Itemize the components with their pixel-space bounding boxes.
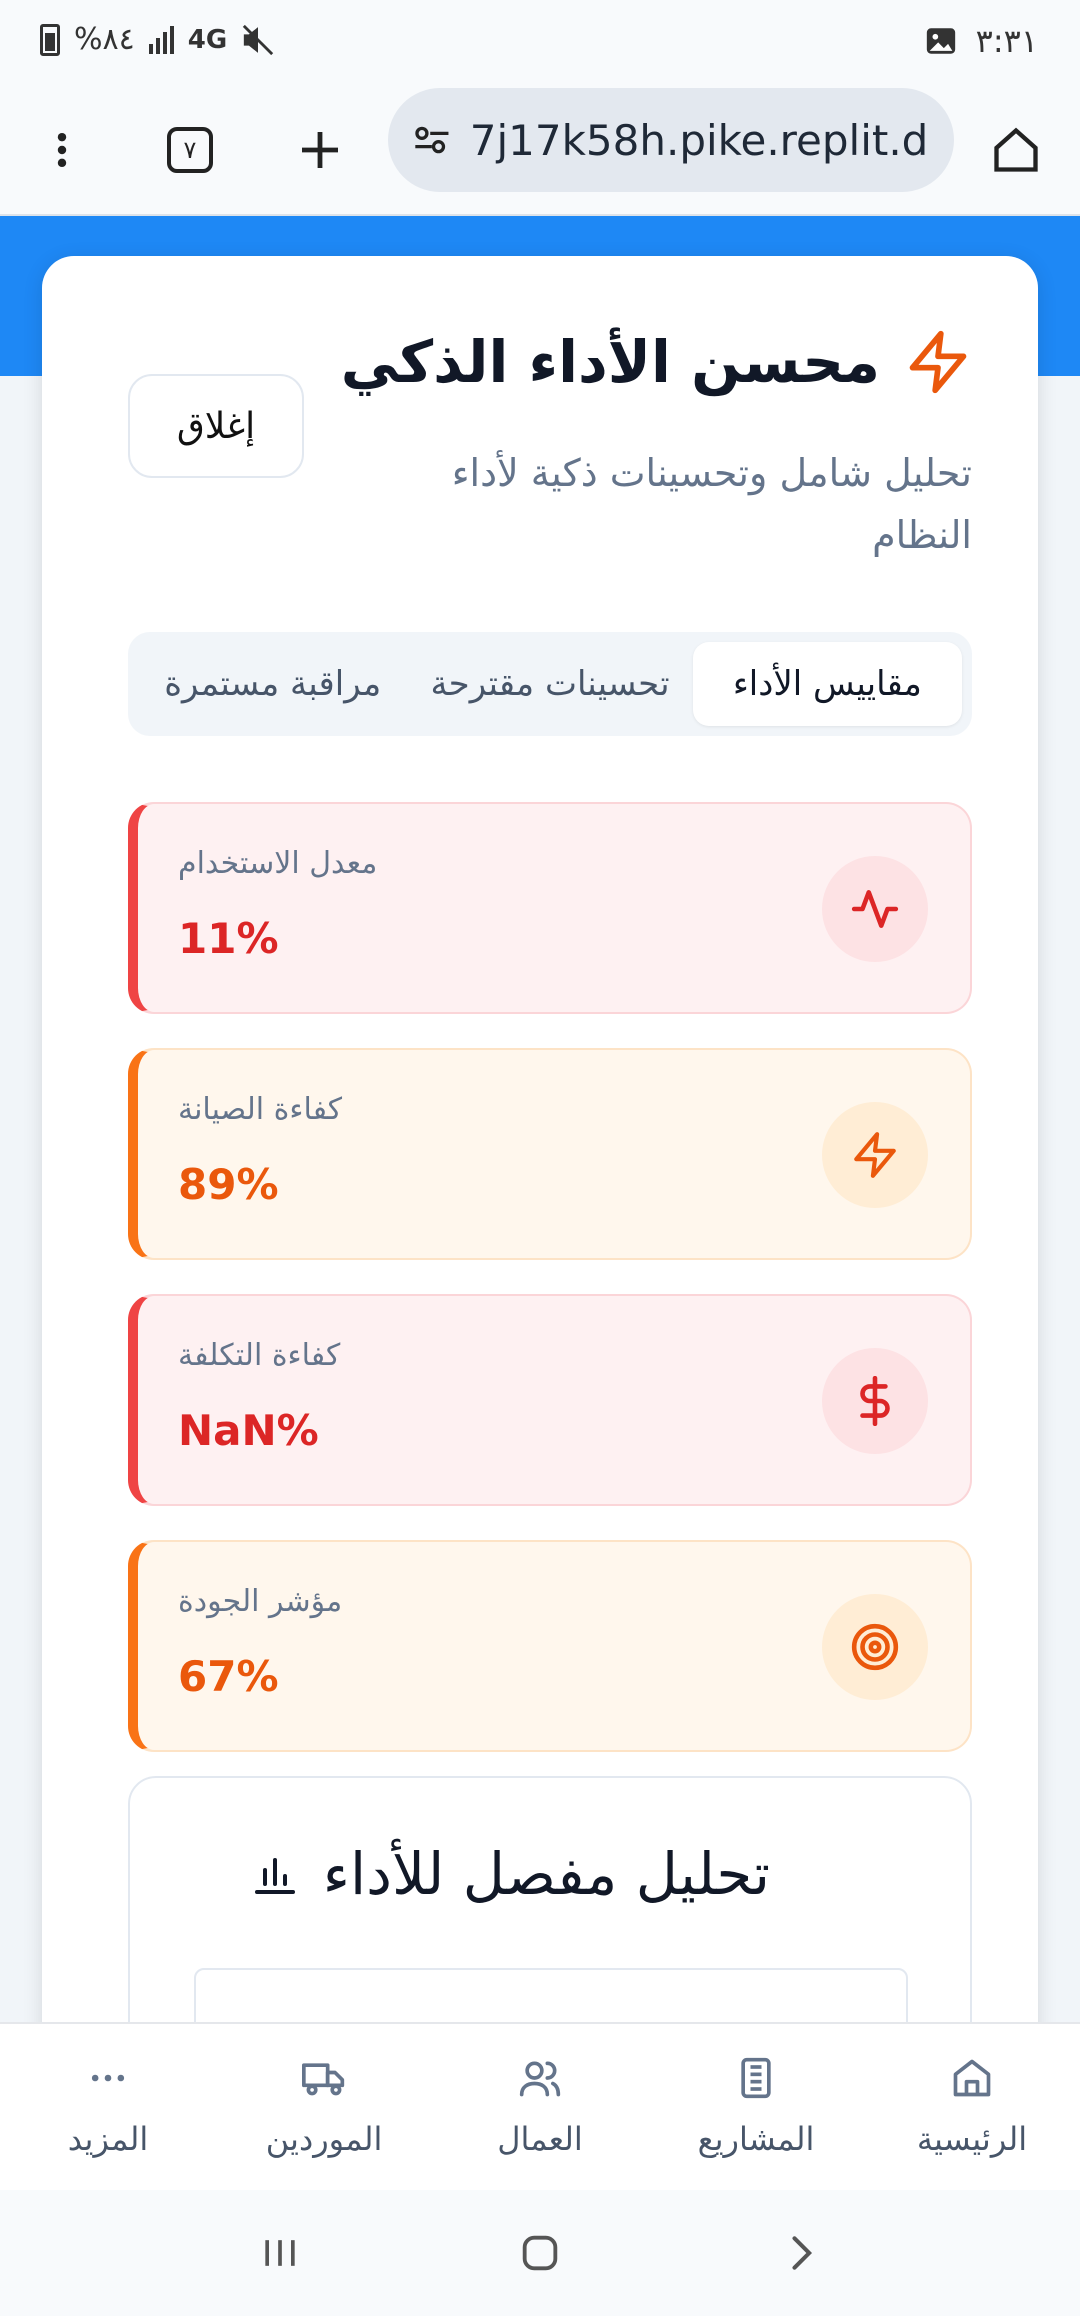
battery-level: %٨٤: [74, 22, 135, 57]
target-icon: [822, 1594, 928, 1700]
users-icon: [519, 2061, 561, 2097]
status-bar: %٨٤ 4G ٣:٣١: [0, 0, 1080, 84]
analysis-title: تحليل مفصل للأداء: [322, 1840, 770, 1908]
truck-icon: [302, 2063, 345, 2096]
metric-card-maintenance: كفاءة الصيانة 89%: [128, 1048, 972, 1260]
dollar-icon: [822, 1348, 928, 1454]
metric-value: NaN%: [178, 1406, 319, 1455]
site-settings-icon[interactable]: [412, 118, 452, 162]
dialog-subtitle: تحليل شامل وتحسينات ذكية لأداء النظام: [451, 451, 972, 557]
dialog-title: محسن الأداء الذكي: [340, 328, 880, 396]
metric-label: مؤشر الجودة: [178, 1584, 343, 1619]
home-button-icon[interactable]: [517, 2230, 563, 2276]
recents-icon[interactable]: [258, 2231, 302, 2275]
metric-label: كفاءة الصيانة: [178, 1092, 343, 1127]
url-text: 7j17k58h.pike.replit.dev: [469, 115, 930, 165]
browser-toolbar: ٧ 7j17k58h.pike.replit.dev: [0, 84, 1080, 216]
analysis-header: تحليل مفصل للأداء: [251, 1840, 770, 1908]
system-nav: [0, 2190, 1080, 2316]
image-icon: [926, 28, 955, 54]
nav-projects[interactable]: المشاريع: [648, 2024, 864, 2190]
zap-icon: [822, 1102, 928, 1208]
nav-more[interactable]: المزيد: [0, 2024, 216, 2190]
tab-suggestions[interactable]: تحسينات مقترحة: [415, 642, 684, 726]
more-icon: [91, 2074, 125, 2082]
metric-label: معدل الاستخدام: [178, 846, 378, 881]
home-icon[interactable]: [984, 118, 1048, 182]
signal-icon: [148, 25, 174, 54]
bar-chart-icon: [254, 1858, 295, 1894]
metric-label: كفاءة التكلفة: [178, 1338, 341, 1373]
zap-icon: [909, 330, 967, 394]
back-icon[interactable]: [778, 2231, 822, 2275]
new-tab-icon[interactable]: [288, 118, 352, 182]
metric-card-usage: معدل الاستخدام 11%: [128, 802, 972, 1014]
metric-value: 67%: [178, 1652, 279, 1701]
tab-monitoring[interactable]: مراقبة مستمرة: [138, 642, 407, 726]
tab-bar: مقاييس الأداء تحسينات مقترحة مراقبة مستم…: [128, 632, 972, 736]
nav-label: الرئيسية: [916, 2120, 1028, 2158]
dialog-header: محسن الأداء الذكي: [341, 328, 972, 396]
menu-dots-icon[interactable]: [30, 118, 94, 182]
battery-icon: [40, 23, 60, 56]
tab-metrics[interactable]: مقاييس الأداء: [692, 642, 962, 726]
performance-dialog: إغلاق محسن الأداء الذكي تحليل شامل وتحسي…: [42, 256, 1038, 2022]
home-icon: [953, 2059, 991, 2097]
status-right: ٣:٣١: [924, 22, 1038, 60]
nav-home[interactable]: الرئيسية: [864, 2024, 1080, 2190]
nav-label: الموردين: [265, 2120, 383, 2158]
metric-card-quality: مؤشر الجودة 67%: [128, 1540, 972, 1752]
metric-value: 89%: [178, 1160, 279, 1209]
page-content: إغلاق محسن الأداء الذكي تحليل شامل وتحسي…: [0, 216, 1080, 2022]
url-bar[interactable]: 7j17k58h.pike.replit.dev: [388, 88, 954, 192]
clock: ٣:٣١: [975, 22, 1038, 60]
nav-label: المزيد: [67, 2120, 149, 2158]
metric-value: 11%: [178, 914, 279, 963]
activity-icon: [822, 856, 928, 962]
analysis-content: [194, 1968, 908, 2022]
nav-label: المشاريع: [697, 2120, 815, 2158]
close-button[interactable]: إغلاق: [128, 374, 304, 478]
tab-switcher-button[interactable]: ٧: [158, 118, 222, 182]
building-icon: [741, 2057, 771, 2099]
mute-icon: [243, 24, 274, 55]
nav-workers[interactable]: العمال: [432, 2024, 648, 2190]
nav-label: العمال: [497, 2120, 583, 2158]
status-left: %٨٤ 4G: [40, 22, 275, 57]
network-type: 4G: [187, 24, 228, 55]
tab-count: ٧: [167, 127, 213, 173]
nav-suppliers[interactable]: الموردين: [216, 2024, 432, 2190]
analysis-card: تحليل مفصل للأداء: [128, 1776, 972, 2022]
bottom-nav: الرئيسية المشاريع العمال الموردين المزيد: [0, 2022, 1080, 2190]
metric-card-cost: كفاءة التكلفة NaN%: [128, 1294, 972, 1506]
